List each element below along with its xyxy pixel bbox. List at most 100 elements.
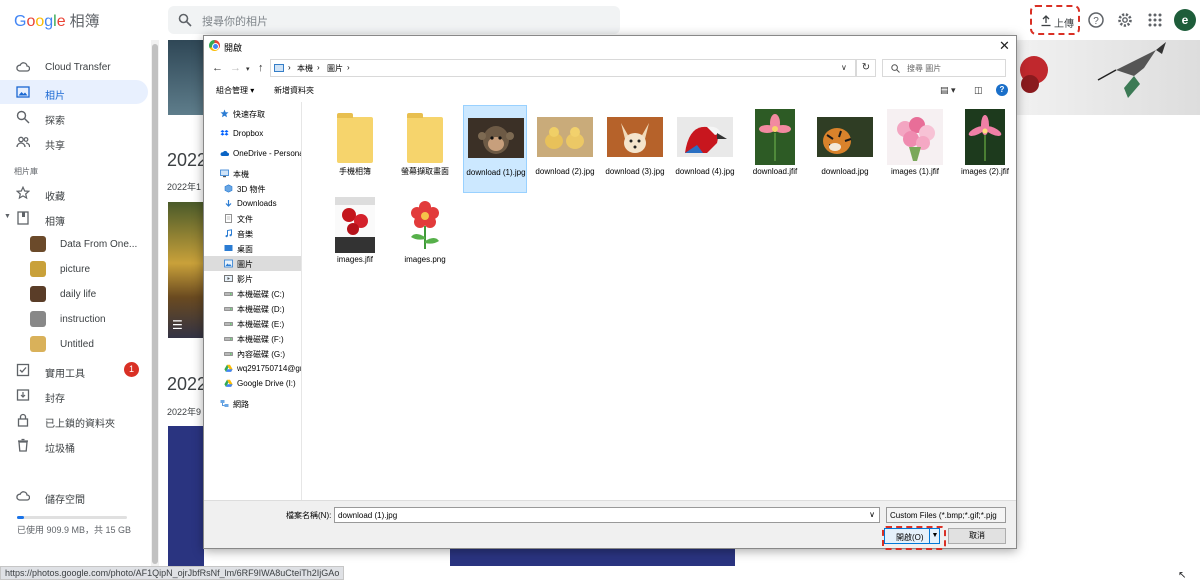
- tree-item[interactable]: Google Drive (I:): [204, 376, 301, 391]
- tree-item[interactable]: 本機磁碟 (D:): [204, 301, 301, 316]
- folder-item[interactable]: 手機相簿: [323, 105, 387, 193]
- help-icon[interactable]: ?: [996, 84, 1008, 96]
- photo-thumbnail[interactable]: [168, 40, 204, 115]
- album-item[interactable]: Data From One...: [0, 232, 148, 256]
- cancel-button[interactable]: 取消: [948, 528, 1006, 544]
- sidebar-item-trash[interactable]: 垃圾桶: [0, 433, 148, 457]
- sidebar-item-explore[interactable]: 探索: [0, 105, 148, 129]
- search-input[interactable]: 搜尋你的相片: [168, 6, 620, 34]
- file-item[interactable]: images (2).jfif: [953, 105, 1017, 193]
- sidebar-item-cloud-transfer[interactable]: Cloud Transfer: [0, 55, 148, 79]
- photo-thumbnail-screenshot[interactable]: [450, 548, 735, 566]
- file-item[interactable]: download (3).jpg: [603, 105, 667, 193]
- folder-item[interactable]: 螢幕擷取畫面: [393, 105, 457, 193]
- file-item[interactable]: download.jfif: [743, 105, 807, 193]
- file-item[interactable]: images (1).jfif: [883, 105, 947, 193]
- tree-item-label: Dropbox: [233, 129, 264, 138]
- settings-gear-icon[interactable]: [1116, 11, 1134, 29]
- account-avatar[interactable]: e: [1174, 9, 1196, 31]
- album-item[interactable]: daily life: [0, 282, 148, 306]
- upload-button[interactable]: 上傳: [1030, 5, 1080, 35]
- tree-item[interactable]: 本機磁碟 (E:): [204, 316, 301, 331]
- close-icon[interactable]: ✕: [999, 38, 1010, 54]
- help-icon[interactable]: ?: [1087, 11, 1105, 29]
- file-item[interactable]: download (1).jpg: [463, 105, 527, 193]
- tree-item[interactable]: 本機磁碟 (C:): [204, 286, 301, 301]
- organize-button[interactable]: 組合管理 ▾: [216, 85, 254, 96]
- album-label: Untitled: [60, 339, 94, 350]
- album-item[interactable]: Untitled: [0, 332, 148, 356]
- album-item[interactable]: picture: [0, 257, 148, 281]
- tree-item[interactable]: 影片: [204, 271, 301, 286]
- tree-item-label: 圖片: [237, 260, 253, 269]
- forward-arrow-icon[interactable]: →: [230, 62, 241, 74]
- tree-item[interactable]: 內容磁碟 (G:): [204, 346, 301, 361]
- scrollbar-thumb[interactable]: [152, 44, 158, 564]
- preview-pane-icon[interactable]: ◫: [974, 85, 983, 96]
- sidebar-item-utilities[interactable]: 實用工具 1: [0, 358, 148, 382]
- archive-icon: [16, 389, 30, 401]
- collapse-arrow-icon[interactable]: ▼: [4, 213, 11, 220]
- file-item[interactable]: download (4).jpg: [673, 105, 737, 193]
- photo-thumbnail-screenshot[interactable]: [168, 426, 204, 566]
- filename-input[interactable]: download (1).jpg ∨: [334, 507, 880, 523]
- tree-item-label: Downloads: [237, 199, 277, 208]
- desktop-icon: [224, 244, 233, 253]
- chevron-down-icon[interactable]: ∨: [841, 63, 847, 72]
- folder-icon: [337, 113, 373, 163]
- tree-item[interactable]: Downloads: [204, 196, 301, 211]
- tree-item[interactable]: 3D 物件: [204, 181, 301, 196]
- tree-item[interactable]: 本機: [204, 166, 301, 181]
- file-name: images.png: [404, 255, 446, 264]
- tree-item[interactable]: wq291750714@gm: [204, 361, 301, 376]
- file-item[interactable]: images.jfif: [323, 193, 387, 281]
- tree-item[interactable]: OneDrive - Personal: [204, 146, 301, 161]
- tree-item[interactable]: 本機磁碟 (F:): [204, 331, 301, 346]
- file-name: download.jfif: [752, 167, 798, 176]
- sidebar-item-storage[interactable]: 儲存空間: [0, 484, 148, 508]
- recent-chevron-icon[interactable]: ▾: [246, 65, 250, 73]
- tree-item[interactable]: 文件: [204, 211, 301, 226]
- pc-icon: [274, 64, 284, 72]
- file-item[interactable]: download.jpg: [813, 105, 877, 193]
- refresh-button[interactable]: ↻: [856, 59, 876, 77]
- file-name: download (3).jpg: [605, 167, 665, 176]
- sidebar-item-albums[interactable]: ▼ 相簿: [0, 206, 148, 230]
- photo-thumbnail-hummingbird[interactable]: [1016, 40, 1200, 115]
- address-bar[interactable]: › 本機 › 圖片 › ∨: [270, 59, 856, 77]
- tree-item[interactable]: 快速存取: [204, 106, 301, 121]
- dialog-search-input[interactable]: 搜尋 圖片: [882, 59, 1006, 77]
- tree-item[interactable]: Dropbox: [204, 126, 301, 141]
- year-heading: 2022: [167, 374, 208, 394]
- breadcrumb-this-pc[interactable]: 本機: [297, 63, 313, 74]
- back-arrow-icon[interactable]: ←: [212, 62, 223, 74]
- sidebar-item-locked-folder[interactable]: 已上鎖的資料夾: [0, 408, 148, 432]
- video-icon: [224, 274, 233, 283]
- tree-item[interactable]: 桌面: [204, 241, 301, 256]
- sidebar-scrollbar[interactable]: [151, 40, 159, 566]
- view-options-icon[interactable]: ▤ ▾: [940, 85, 956, 96]
- sidebar-item-favorites[interactable]: 收藏: [0, 181, 148, 205]
- file-type-select[interactable]: Custom Files (*.bmp;*.gif;*.pjg: [886, 507, 1006, 523]
- tree-item[interactable]: 網路: [204, 396, 301, 411]
- new-folder-button[interactable]: 新增資料夾: [274, 85, 314, 96]
- hummingbird-image: [1020, 42, 1166, 98]
- file-item[interactable]: images.png: [393, 193, 457, 281]
- photo-thumbnail-sunflower[interactable]: ☰: [168, 202, 204, 338]
- dialog-title-bar[interactable]: 開啟 ✕: [204, 36, 1016, 56]
- file-name: images.jfif: [336, 255, 373, 264]
- google-photos-logo[interactable]: Google 相簿: [14, 10, 100, 31]
- chevron-down-icon[interactable]: ∨: [869, 510, 875, 519]
- tree-item[interactable]: 音樂: [204, 226, 301, 241]
- up-arrow-icon[interactable]: ↑: [258, 62, 264, 74]
- tree-item[interactable]: 圖片: [204, 256, 301, 271]
- sidebar-item-archive[interactable]: 封存: [0, 383, 148, 407]
- album-item[interactable]: instruction: [0, 307, 148, 331]
- file-item[interactable]: download (2).jpg: [533, 105, 597, 193]
- open-options-dropdown[interactable]: ▼: [929, 529, 940, 543]
- sidebar-item-sharing[interactable]: 共享: [0, 130, 148, 154]
- open-button[interactable]: 開啟(O) ▼: [884, 528, 940, 544]
- sidebar-item-photos[interactable]: 相片: [0, 80, 148, 104]
- breadcrumb-pictures[interactable]: 圖片: [327, 63, 343, 74]
- apps-grid-icon[interactable]: [1146, 11, 1164, 29]
